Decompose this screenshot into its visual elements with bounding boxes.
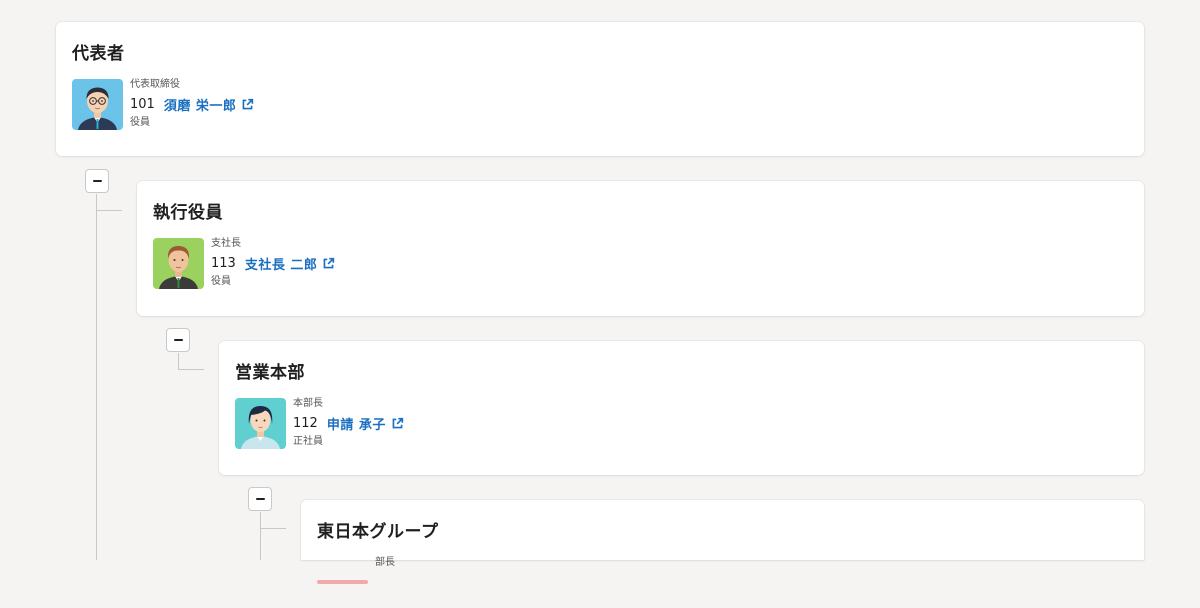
employee-name-link[interactable]: 申請 承子 (327, 414, 386, 433)
employment-type: 正社員 (293, 436, 323, 447)
member-role: 支社長 (211, 238, 241, 249)
minus-icon (173, 338, 183, 342)
org-card-sales-hq: 営業本部 本部長 112 申請 承子 正社員 (219, 341, 1144, 475)
employee-number: 112 (293, 415, 318, 431)
employment-type: 役員 (211, 276, 231, 287)
external-link-icon[interactable] (322, 257, 335, 270)
avatar (72, 78, 123, 130)
tree-connector-v2 (178, 353, 179, 369)
employee-name-link[interactable]: 支社長 二郎 (245, 254, 318, 273)
member-entry: 代表取締役 101 須磨 栄一郎 役員 (72, 78, 254, 130)
employee-number: 113 (211, 255, 236, 271)
org-unit-title: 営業本部 (235, 363, 305, 383)
avatar (235, 397, 286, 449)
member-role: 代表取締役 (130, 79, 180, 90)
avatar (317, 580, 368, 584)
collapse-toggle-sales-hq[interactable] (166, 328, 190, 352)
org-card-east-japan-group: 東日本グループ 部長 (301, 500, 1144, 584)
member-role: 部長 (375, 557, 395, 568)
member-entry: 本部長 112 申請 承子 正社員 (235, 397, 404, 449)
external-link-icon[interactable] (241, 98, 254, 111)
org-unit-title: 東日本グループ (317, 522, 439, 542)
minus-icon (92, 179, 102, 183)
member-role: 本部長 (293, 398, 323, 409)
tree-connector-h3 (260, 528, 286, 529)
member-entry: 部長 (317, 556, 395, 608)
minus-icon (255, 497, 265, 501)
org-unit-title: 執行役員 (153, 203, 223, 223)
tree-connector-v3 (260, 512, 261, 560)
tree-connector-v1 (96, 194, 97, 560)
member-entry: 支社長 113 支社長 二郎 役員 (153, 237, 335, 289)
avatar (153, 237, 204, 289)
org-unit-title: 代表者 (72, 44, 125, 64)
org-card-representative: 代表者 代表取締役 101 須磨 栄一郎 役員 (56, 22, 1144, 156)
employee-name-link[interactable]: 須磨 栄一郎 (164, 95, 237, 114)
employment-type: 役員 (130, 117, 150, 128)
employee-number: 101 (130, 96, 155, 112)
tree-connector-h1 (96, 210, 122, 211)
collapse-toggle-east-japan[interactable] (248, 487, 272, 511)
org-card-executive: 執行役員 支社長 113 支社長 二郎 役員 (137, 181, 1144, 316)
collapse-toggle-executive[interactable] (85, 169, 109, 193)
external-link-icon[interactable] (391, 417, 404, 430)
tree-connector-h2 (178, 369, 204, 370)
